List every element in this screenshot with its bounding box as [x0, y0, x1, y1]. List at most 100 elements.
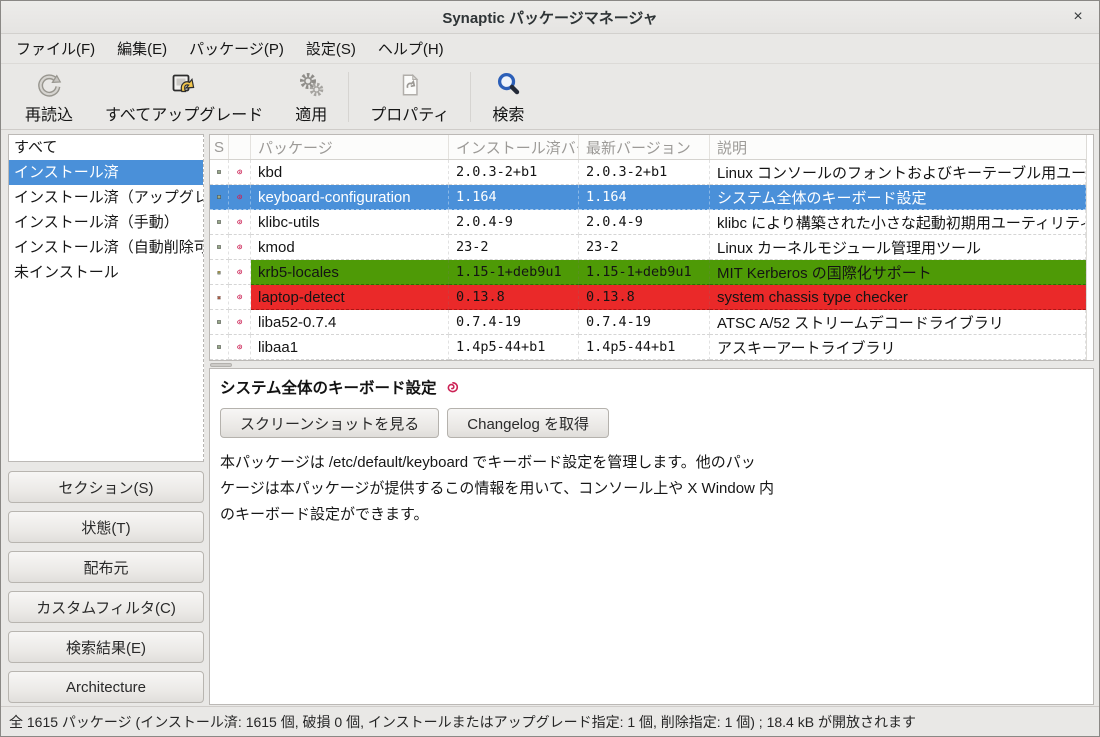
pane-splitter[interactable] — [209, 361, 1094, 368]
package-name: kmod — [251, 235, 449, 260]
sections-button[interactable]: セクション(S) — [8, 471, 204, 503]
package-name: klibc-utils — [251, 210, 449, 235]
menu-edit[interactable]: 編集(E) — [106, 34, 178, 63]
column-header-status[interactable]: S — [210, 135, 229, 159]
apply-button[interactable]: 適用 — [279, 67, 343, 127]
table-header: S パッケージ インストール済バージョン 最新バージョン 説明 — [210, 135, 1086, 160]
table-row[interactable]: liba52-0.7.4 0.7.4-19 0.7.4-19 ATSC A/52… — [210, 310, 1086, 335]
window-title: Synaptic パッケージマネージャ — [442, 7, 657, 28]
toolbar-separator — [348, 72, 349, 122]
upgrade-all-label: すべてアップグレード — [105, 101, 263, 125]
filter-buttons: セクション(S) 状態(T) 配布元 カスタムフィルタ(C) 検索結果(E) A… — [8, 471, 204, 703]
status-installed-icon — [210, 310, 229, 335]
toolbar: 再読込 すべてアップグレード 適用 — [1, 64, 1099, 130]
latest-version: 2.0.3-2+b1 — [579, 160, 710, 185]
content-area: すべて インストール済 インストール済（アップグレード可） インストール済（手動… — [1, 130, 1099, 706]
properties-document-icon — [397, 70, 423, 99]
filter-item-not-installed[interactable]: 未インストール — [9, 260, 203, 285]
installed-version: 1.4p5-44+b1 — [449, 335, 579, 360]
package-name: liba52-0.7.4 — [251, 310, 449, 335]
package-name: krb5-locales — [251, 260, 449, 285]
package-description: Linux コンソールのフォントおよびキーテーブル用ユーティリティ — [710, 160, 1086, 185]
table-row[interactable]: kmod 23-2 23-2 Linux カーネルモジュール管理用ツール — [210, 235, 1086, 260]
filter-item-installed-manual[interactable]: インストール済（手動） — [9, 210, 203, 235]
statusbar: 全 1615 パッケージ (インストール済: 1615 個, 破損 0 個, イ… — [1, 706, 1099, 736]
table-row[interactable]: libaa1 1.4p5-44+b1 1.4p5-44+b1 アスキーアートライ… — [210, 335, 1086, 360]
status-installed-icon — [210, 335, 229, 360]
debian-swirl-icon — [229, 260, 251, 285]
table-row-marked-removal[interactable]: laptop-detect 0.13.8 0.13.8 system chass… — [210, 285, 1086, 310]
column-header-description[interactable]: 説明 — [710, 135, 1086, 159]
details-buttons: スクリーンショットを見る Changelog を取得 — [220, 408, 1083, 438]
debian-swirl-icon — [229, 160, 251, 185]
status-installed-icon — [210, 235, 229, 260]
search-button[interactable]: 検索 — [476, 67, 540, 127]
properties-label: プロパティ — [370, 101, 449, 125]
debian-swirl-icon — [229, 310, 251, 335]
column-header-package[interactable]: パッケージ — [251, 135, 449, 159]
package-description: システム全体のキーボード設定 — [710, 185, 1086, 210]
reload-icon — [36, 70, 62, 99]
package-description: Linux カーネルモジュール管理用ツール — [710, 235, 1086, 260]
package-name: kbd — [251, 160, 449, 185]
architecture-button[interactable]: Architecture — [8, 671, 204, 703]
filter-item-installed-autoremovable[interactable]: インストール済（自動削除可能） — [9, 235, 203, 260]
filter-item-installed-upgradable[interactable]: インストール済（アップグレード可） — [9, 185, 203, 210]
package-description: ATSC A/52 ストリームデコードライブラリ — [710, 310, 1086, 335]
installed-version: 0.7.4-19 — [449, 310, 579, 335]
latest-version: 23-2 — [579, 235, 710, 260]
menu-package[interactable]: パッケージ(P) — [178, 34, 295, 63]
get-changelog-button[interactable]: Changelog を取得 — [447, 408, 609, 438]
column-header-installed-version[interactable]: インストール済バージョン — [449, 135, 579, 159]
installed-version: 23-2 — [449, 235, 579, 260]
installed-version: 2.0.3-2+b1 — [449, 160, 579, 185]
menu-file[interactable]: ファイル(F) — [5, 34, 106, 63]
close-icon[interactable]: × — [1069, 8, 1087, 26]
status-installed-icon — [210, 210, 229, 235]
table-row[interactable]: klibc-utils 2.0.4-9 2.0.4-9 klibc により構築さ… — [210, 210, 1086, 235]
table-row-marked-upgrade[interactable]: krb5-locales 1.15-1+deb9u1 1.15-1+deb9u1… — [210, 260, 1086, 285]
filter-item-all[interactable]: すべて — [9, 135, 203, 160]
latest-version: 0.7.4-19 — [579, 310, 710, 335]
status-text: 全 1615 パッケージ (インストール済: 1615 個, 破損 0 個, イ… — [9, 712, 916, 732]
table-scrollbar[interactable] — [1086, 135, 1093, 360]
package-table: S パッケージ インストール済バージョン 最新バージョン 説明 kbd 2.0.… — [209, 134, 1094, 361]
filter-list: すべて インストール済 インストール済（アップグレード可） インストール済（手動… — [8, 134, 204, 462]
package-details-pane: システム全体のキーボード設定 スクリーンショットを見る Changelog を取… — [209, 368, 1094, 705]
package-name: laptop-detect — [251, 285, 449, 310]
reload-label: 再読込 — [25, 101, 73, 125]
custom-filters-button[interactable]: カスタムフィルタ(C) — [8, 591, 204, 623]
column-header-supported[interactable] — [229, 135, 251, 159]
filter-item-installed[interactable]: インストール済 — [9, 160, 203, 185]
table-row-selected[interactable]: keyboard-configuration 1.164 1.164 システム全… — [210, 185, 1086, 210]
status-button[interactable]: 状態(T) — [8, 511, 204, 543]
menu-help[interactable]: ヘルプ(H) — [367, 34, 455, 63]
details-title: システム全体のキーボード設定 — [220, 376, 1083, 398]
upgrade-all-icon — [170, 70, 198, 99]
menu-settings[interactable]: 設定(S) — [295, 34, 367, 63]
toolbar-separator — [470, 72, 471, 122]
latest-version: 1.15-1+deb9u1 — [579, 260, 710, 285]
debian-swirl-icon — [229, 210, 251, 235]
main-pane: S パッケージ インストール済バージョン 最新バージョン 説明 kbd 2.0.… — [209, 134, 1094, 705]
package-description: MIT Kerberos の国際化サポート — [710, 260, 1086, 285]
table-row[interactable]: kbd 2.0.3-2+b1 2.0.3-2+b1 Linux コンソールのフォ… — [210, 160, 1086, 185]
package-description: アスキーアートライブラリ — [710, 335, 1086, 360]
status-installed-icon — [210, 185, 229, 210]
package-name: libaa1 — [251, 335, 449, 360]
synaptic-window: Synaptic パッケージマネージャ × ファイル(F) 編集(E) パッケー… — [0, 0, 1100, 737]
search-results-button[interactable]: 検索結果(E) — [8, 631, 204, 663]
reload-button[interactable]: 再読込 — [9, 67, 89, 127]
debian-swirl-icon — [229, 285, 251, 310]
installed-version: 1.164 — [449, 185, 579, 210]
view-screenshot-button[interactable]: スクリーンショットを見る — [220, 408, 439, 438]
origin-button[interactable]: 配布元 — [8, 551, 204, 583]
package-description: klibc により構築された小さな起動初期用ユーティリティ — [710, 210, 1086, 235]
properties-button[interactable]: プロパティ — [354, 67, 465, 127]
upgrade-all-button[interactable]: すべてアップグレード — [89, 67, 279, 127]
status-marked-upgrade-icon — [210, 260, 229, 285]
debian-swirl-icon — [229, 185, 251, 210]
debian-swirl-icon — [229, 335, 251, 360]
debian-swirl-icon — [445, 380, 460, 395]
column-header-latest-version[interactable]: 最新バージョン — [579, 135, 710, 159]
